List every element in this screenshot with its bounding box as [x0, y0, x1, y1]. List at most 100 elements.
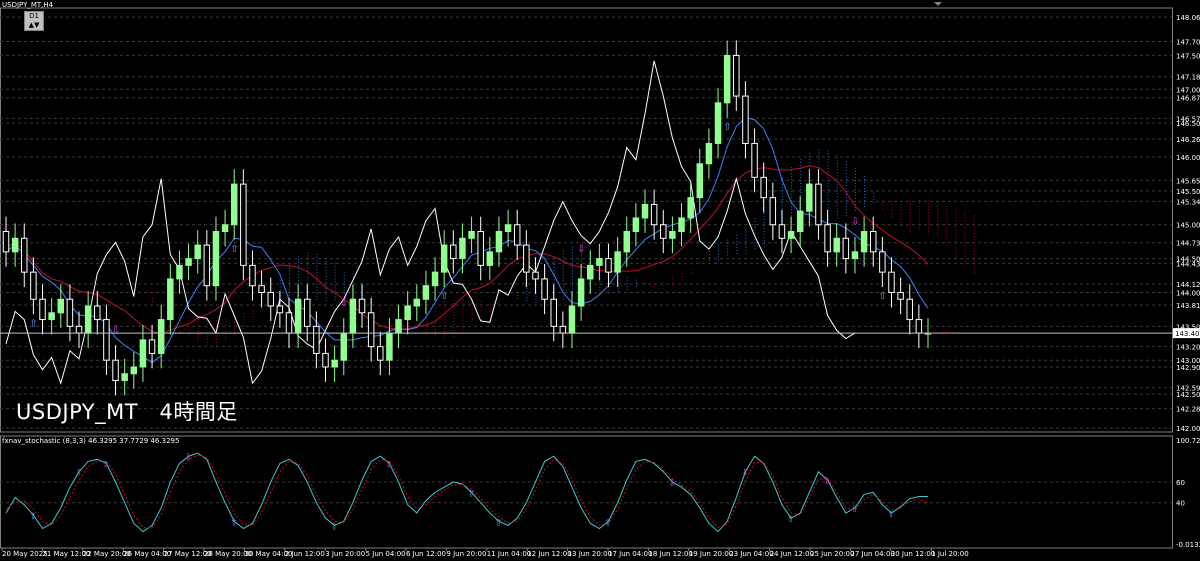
candle-body	[513, 224, 521, 246]
cloud-dot	[955, 220, 957, 222]
cloud-dot	[854, 176, 856, 178]
cloud-dot	[225, 330, 227, 332]
cloud-dot	[672, 284, 674, 286]
cloud-dot	[781, 196, 783, 198]
cloud-dot	[864, 193, 866, 195]
cloud-dot	[334, 287, 336, 289]
cloud-dot	[453, 299, 455, 301]
cloud-dot	[854, 170, 856, 172]
cloud-dot	[334, 263, 336, 265]
cloud-dot	[371, 295, 373, 297]
cloud-dot	[845, 182, 847, 184]
cloud-dot	[626, 279, 628, 281]
cloud-dot	[946, 211, 948, 213]
cloud-dot	[380, 314, 382, 316]
cloud-dot	[800, 183, 802, 185]
candle-body	[121, 373, 128, 382]
cloud-dot	[316, 283, 318, 285]
cloud-dot	[827, 159, 829, 161]
y-tick-label: 147.500	[1176, 52, 1200, 60]
cloud-dot	[617, 290, 619, 292]
cloud-dot	[343, 284, 345, 286]
cloud-dot	[900, 207, 902, 209]
cloud-dot	[909, 218, 911, 220]
candle-body	[669, 231, 676, 239]
candle-body	[568, 305, 576, 334]
cloud-dot	[197, 336, 199, 338]
cloud-dot	[736, 237, 738, 239]
candle-body	[723, 54, 731, 104]
cloud-dot	[937, 202, 939, 204]
candle-body	[358, 298, 366, 314]
cloud-dot	[909, 215, 911, 217]
signal-arrow-up-icon: ⇧	[440, 291, 448, 302]
candle-body	[440, 244, 448, 273]
cloud-dot	[626, 282, 628, 284]
cloud-dot	[152, 301, 154, 303]
cloud-dot	[964, 262, 966, 264]
stoch-arrow-up-icon: ⇧	[331, 522, 339, 532]
cloud-dot	[316, 268, 318, 270]
cloud-dot	[343, 290, 345, 292]
cloud-dot	[891, 207, 893, 209]
cloud-dot	[435, 316, 437, 318]
stoch-arrow-up-icon: ⇧	[29, 512, 37, 522]
cloud-dot	[288, 288, 290, 290]
cloud-dot	[389, 310, 391, 312]
y-tick-label: 147.000	[1176, 86, 1200, 94]
cloud-dot	[663, 284, 665, 286]
timeframe-button[interactable]: D1 ▲▼	[24, 11, 44, 31]
cloud-dot	[571, 276, 573, 278]
cloud-dot	[343, 275, 345, 277]
cloud-dot	[581, 258, 583, 260]
cloud-dot	[215, 341, 217, 343]
cloud-dot	[571, 267, 573, 269]
cloud-dot	[562, 274, 564, 276]
candle-body	[495, 231, 503, 253]
cloud-dot	[352, 282, 354, 284]
candle-body	[477, 231, 484, 266]
cloud-dot	[909, 212, 911, 214]
cloud-dot	[909, 227, 911, 229]
cloud-dot	[179, 322, 181, 324]
cloud-dot	[243, 325, 245, 327]
x-tick-label: 27 Jun 04:00	[850, 550, 894, 558]
cloud-dot	[918, 211, 920, 213]
cloud-dot	[864, 175, 866, 177]
cloud-dot	[918, 223, 920, 225]
cloud-dot	[225, 318, 227, 320]
cloud-dot	[206, 341, 208, 343]
cloud-dot	[608, 289, 610, 291]
cloud-dot	[225, 336, 227, 338]
cloud-dot	[617, 287, 619, 289]
x-tick-label: 2 Jun 12:00	[285, 550, 325, 558]
cloud-dot	[918, 226, 920, 228]
cloud-dot	[928, 200, 929, 202]
cloud-dot	[864, 178, 866, 180]
cloud-dot	[179, 328, 181, 330]
candle-body	[541, 278, 548, 300]
cloud-dot	[654, 286, 656, 288]
cloud-dot	[763, 231, 765, 233]
cloud-dot	[873, 201, 875, 203]
cloud-dot	[973, 257, 975, 259]
candle-body	[221, 224, 229, 233]
candle-body	[842, 237, 850, 260]
cloud-dot	[791, 185, 793, 187]
cloud-dot	[809, 152, 811, 154]
cloud-dot	[873, 195, 875, 197]
candle-body	[450, 244, 457, 260]
cloud-dot	[288, 291, 290, 293]
cloud-dot	[928, 233, 929, 235]
cloud-dot	[380, 305, 382, 307]
cloud-dot	[836, 190, 838, 192]
cloud-dot	[946, 220, 948, 222]
cloud-dot	[791, 215, 793, 217]
cloud-dot	[964, 217, 966, 219]
cloud-dot	[973, 242, 975, 244]
candle-body	[696, 163, 704, 199]
cloud-dot	[946, 205, 948, 207]
cloud-dot	[462, 314, 464, 316]
x-tick-label: 19 Jun 20:00	[689, 550, 733, 558]
y-tick-label: 145.345	[1176, 198, 1200, 206]
